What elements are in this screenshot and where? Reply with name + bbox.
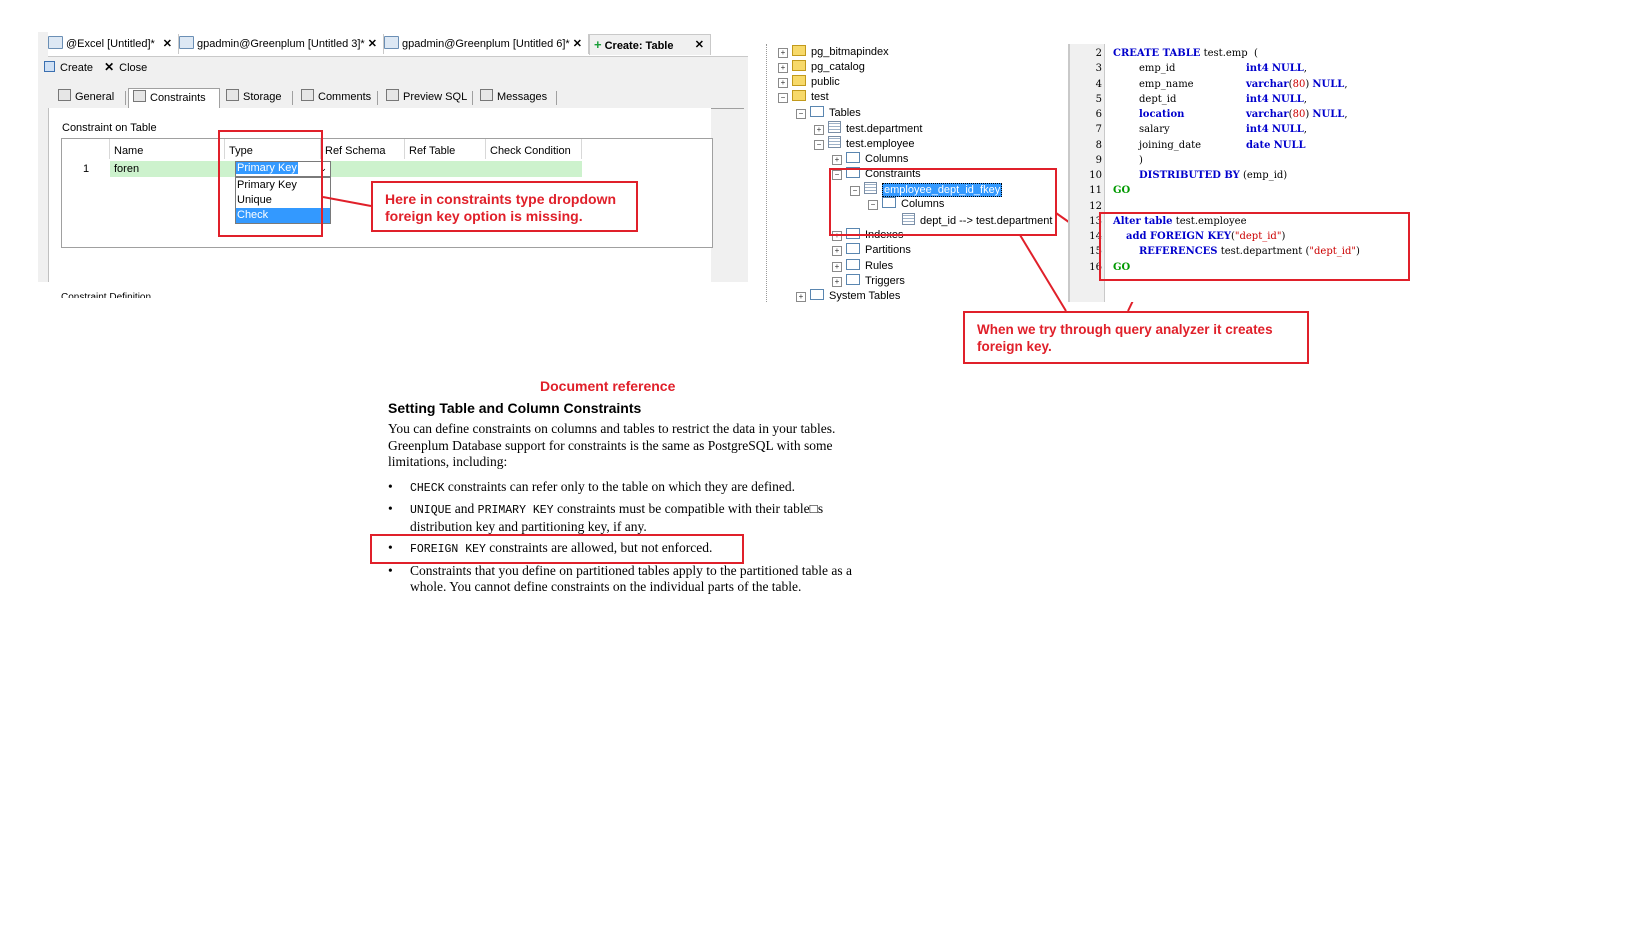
code-line: emp_id [1139,63,1176,74]
tree-node-test-department[interactable]: + test.department [814,121,922,136]
tree-node-system-tables[interactable]: + System Tables [796,289,900,302]
folder-icon [846,152,860,163]
folder-icon [846,274,860,285]
callout-line: foreign key option is missing. [385,208,583,224]
code-line: location [1139,109,1185,120]
tree-guide-line [766,44,767,302]
table-icon [828,136,841,148]
line-number: 2 [1095,48,1102,59]
tree-node-pg-bitmapindex[interactable]: + pg_bitmapindex [778,45,889,60]
code-line: salary [1139,124,1170,135]
line-number: 6 [1095,109,1102,120]
code-line: int4 NULL, [1246,63,1307,74]
constraint-node-highlight-box [829,168,1057,236]
doc-heading: Setting Table and Column Constraints [388,400,642,416]
tree-node-public[interactable]: + public [778,75,840,90]
line-number: 8 [1095,140,1102,151]
folder-icon [846,243,860,254]
code-line: int4 NULL, [1246,94,1307,105]
callout-missing-foreign-key: Here in constraints type dropdown foreig… [371,181,638,232]
line-number: 11 [1089,185,1102,196]
callout-line: foreign key. [977,339,1052,354]
line-number: 7 [1095,124,1102,135]
code-line: CREATE TABLE test.emp ( [1113,48,1258,59]
expand-icon[interactable]: + [832,246,842,256]
collapse-icon[interactable]: − [796,109,806,119]
tree-node-test[interactable]: − test [778,90,829,105]
tree-node-columns[interactable]: + Columns [832,152,908,167]
expand-icon[interactable]: + [832,155,842,165]
tree-node-test-employee[interactable]: − test.employee [814,136,914,151]
schema-icon [792,45,806,56]
folder-icon [810,106,824,117]
foreign-key-highlight-box [370,534,744,564]
line-number: 3 [1095,63,1102,74]
alter-table-highlight-box [1099,212,1410,281]
collapse-icon[interactable]: − [778,93,788,103]
line-number: 10 [1089,170,1102,181]
expand-icon[interactable]: + [778,63,788,73]
code-line: date NULL [1246,140,1306,151]
folder-icon [846,259,860,270]
callout-line: When we try through query analyzer it cr… [977,322,1273,337]
bullet-dot: • [388,479,393,494]
code-line: GO [1113,185,1131,196]
callout-line: Here in constraints type dropdown [385,191,617,207]
expand-icon[interactable]: + [814,125,824,135]
code-line: DISTRIBUTED BY (emp_id) [1139,170,1288,181]
expand-icon[interactable]: + [796,292,806,302]
doc-paragraph: You can define constraints on columns an… [388,421,836,469]
code-line: joining_date [1139,140,1202,151]
schema-icon [792,90,806,101]
line-number: 9 [1095,155,1102,166]
folder-icon [810,289,824,300]
tree-node-rules[interactable]: + Rules [832,259,893,274]
code-line: varchar(80) NULL, [1246,109,1348,120]
code-line: emp_name [1139,79,1194,90]
tree-node-pg-catalog[interactable]: + pg_catalog [778,60,865,75]
schema-icon [792,75,806,86]
code-line: dept_id [1139,94,1177,105]
table-icon [828,121,841,133]
tree-node-partitions[interactable]: + Partitions [832,243,911,258]
collapse-icon[interactable]: − [814,140,824,150]
bullet-dot: • [388,501,393,516]
expand-icon[interactable]: + [778,78,788,88]
line-number: 4 [1095,79,1102,90]
expand-icon[interactable]: + [832,277,842,287]
connector-line-1 [322,196,372,207]
line-number: 5 [1095,94,1102,105]
code-line: ) [1139,155,1143,166]
code-line: varchar(80) NULL, [1246,79,1348,90]
tree-node-triggers[interactable]: + Triggers [832,274,905,289]
callout-query-analyzer: When we try through query analyzer it cr… [963,311,1309,364]
code-line: int4 NULL, [1246,124,1307,135]
bullet-dot: • [388,563,393,578]
tree-node-tables[interactable]: − Tables [796,106,861,121]
document-reference-title: Document reference [540,378,676,394]
expand-icon[interactable]: + [832,262,842,272]
expand-icon[interactable]: + [778,48,788,58]
schema-icon [792,60,806,71]
